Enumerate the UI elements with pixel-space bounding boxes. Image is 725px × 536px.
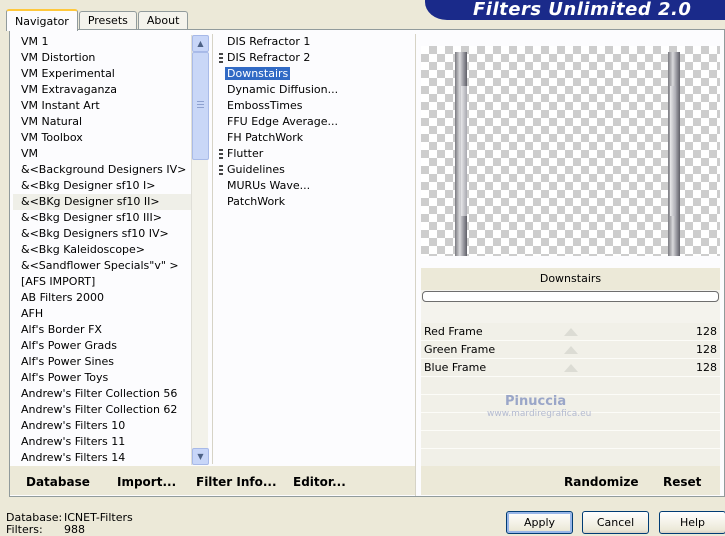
filter-item[interactable]: FFU Edge Average... — [218, 114, 414, 130]
filters-count: 988 — [64, 523, 85, 536]
category-item[interactable]: VM Distortion — [13, 50, 191, 66]
category-item[interactable]: &<BKg Designer sf10 II> — [13, 194, 191, 210]
filter-item-label: MURUs Wave... — [227, 179, 311, 192]
filter-item[interactable]: EmbossTimes — [218, 98, 414, 114]
slider-thumb[interactable] — [564, 346, 578, 354]
filter-item-label: Downstairs — [225, 67, 291, 80]
category-scrollbar[interactable]: ▲ ▼ — [191, 35, 209, 465]
watermark-site: www.mardiregrafica.eu — [487, 409, 592, 419]
category-item[interactable]: VM — [13, 146, 191, 162]
category-item[interactable]: VM Instant Art — [13, 98, 191, 114]
param-name: Blue Frame — [424, 361, 487, 374]
param-name: Green Frame — [424, 343, 496, 356]
filter-item-label: FFU Edge Average... — [227, 115, 339, 128]
app-banner-title: Filters Unlimited 2.0 — [425, 0, 725, 20]
editor-button[interactable]: Editor... — [293, 475, 346, 489]
randomize-button[interactable]: Randomize — [564, 475, 638, 489]
cancel-button[interactable]: Cancel — [582, 511, 649, 534]
group-marker-icon — [219, 165, 223, 175]
filter-item-label: DIS Refractor 1 — [227, 35, 311, 48]
category-list[interactable]: VM 1 VM Distortion VM Experimental VM Extra… — [13, 34, 191, 464]
watermark-name: Pinuccia — [505, 394, 567, 409]
category-item[interactable]: VM Toolbox — [13, 130, 191, 146]
tab-presets[interactable]: Presets — [78, 11, 137, 30]
filter-item-label: Guidelines — [227, 163, 285, 176]
tab-navigator[interactable]: Navigator — [6, 9, 78, 31]
filter-item[interactable]: Downstairs — [218, 66, 414, 82]
category-item[interactable]: VM Extravaganza — [13, 82, 191, 98]
param-blue-frame[interactable]: Blue Frame 128 — [421, 359, 720, 377]
param-green-frame[interactable]: Green Frame 128 — [421, 341, 720, 359]
category-item[interactable]: Alf's Power Toys — [13, 370, 191, 386]
param-name: Red Frame — [424, 325, 483, 338]
filter-list[interactable]: DIS Refractor 1 DIS Refractor 2 Downstairs… — [218, 34, 414, 464]
category-item[interactable]: Andrew's Filters 14 — [13, 450, 191, 464]
category-item[interactable]: &<Bkg Kaleidoscope> — [13, 242, 191, 258]
empty-param-slot — [421, 431, 720, 449]
param-value: 128 — [696, 361, 717, 374]
list-divider — [212, 34, 213, 464]
category-item[interactable]: &<Background Designers IV> — [13, 162, 191, 178]
filter-item-label: DIS Refractor 2 — [227, 51, 311, 64]
category-item[interactable]: VM Natural — [13, 114, 191, 130]
filter-item-label: Flutter — [227, 147, 264, 160]
category-item[interactable]: AFH — [13, 306, 191, 322]
param-red-frame[interactable]: Red Frame 128 — [421, 323, 720, 341]
category-item[interactable]: [AFS IMPORT] — [13, 274, 191, 290]
slider-thumb[interactable] — [564, 328, 578, 336]
param-value: 128 — [696, 325, 717, 338]
panel-divider — [415, 34, 416, 496]
filter-item[interactable]: Flutter — [218, 146, 414, 162]
group-marker-icon — [219, 53, 223, 63]
filter-item[interactable]: FH PatchWork — [218, 130, 414, 146]
category-item[interactable]: Alf's Power Grads — [13, 338, 191, 354]
slider-thumb[interactable] — [564, 364, 578, 372]
category-item[interactable]: Alf's Power Sines — [13, 354, 191, 370]
category-item[interactable]: VM 1 — [13, 34, 191, 50]
reset-button[interactable]: Reset — [663, 475, 701, 489]
filter-item-label: PatchWork — [227, 195, 286, 208]
category-item[interactable]: Alf's Border FX — [13, 322, 191, 338]
tab-strip: Navigator Presets About — [6, 8, 189, 31]
category-item[interactable]: &<Bkg Designers sf10 IV> — [13, 226, 191, 242]
filters-label: Filters: — [6, 523, 43, 536]
render-progress-bar — [422, 291, 719, 302]
category-item[interactable]: VM Experimental — [13, 66, 191, 82]
filter-info-button[interactable]: Filter Info... — [196, 475, 277, 489]
empty-param-slot — [421, 377, 720, 395]
filter-title: Downstairs — [421, 268, 720, 290]
category-item[interactable]: &<Bkg Designer sf10 I> — [13, 178, 191, 194]
category-item[interactable]: Andrew's Filters 11 — [13, 434, 191, 450]
filter-item-label: FH PatchWork — [227, 131, 304, 144]
scroll-thumb[interactable] — [192, 52, 209, 160]
tab-about[interactable]: About — [137, 11, 189, 30]
filter-item[interactable]: DIS Refractor 1 — [218, 34, 414, 50]
scroll-down-button[interactable]: ▼ — [192, 448, 209, 465]
filter-item[interactable]: PatchWork — [218, 194, 414, 210]
group-marker-icon — [219, 149, 223, 159]
filter-item-label: EmbossTimes — [227, 99, 303, 112]
filter-item[interactable]: Dynamic Diffusion... — [218, 82, 414, 98]
category-item[interactable]: Andrew's Filters 10 — [13, 418, 191, 434]
filter-item[interactable]: DIS Refractor 2 — [218, 50, 414, 66]
help-button[interactable]: Help — [659, 511, 725, 534]
database-button[interactable]: Database — [26, 475, 90, 489]
filters-count-info: Filters: 988 — [6, 523, 85, 536]
scroll-up-button[interactable]: ▲ — [192, 35, 209, 52]
apply-button[interactable]: Apply — [506, 511, 573, 534]
import-button[interactable]: Import... — [117, 475, 176, 489]
category-item[interactable]: Andrew's Filter Collection 62 — [13, 402, 191, 418]
empty-param-slot — [421, 449, 720, 467]
filter-item-label: Dynamic Diffusion... — [227, 83, 339, 96]
filter-item[interactable]: Guidelines — [218, 162, 414, 178]
category-item[interactable]: &<Bkg Designer sf10 III> — [13, 210, 191, 226]
filter-item[interactable]: MURUs Wave... — [218, 178, 414, 194]
category-item[interactable]: &<Sandflower Specials"v" > — [13, 258, 191, 274]
category-item[interactable]: Andrew's Filter Collection 56 — [13, 386, 191, 402]
filter-preview — [421, 46, 720, 256]
param-value: 128 — [696, 343, 717, 356]
category-item[interactable]: AB Filters 2000 — [13, 290, 191, 306]
